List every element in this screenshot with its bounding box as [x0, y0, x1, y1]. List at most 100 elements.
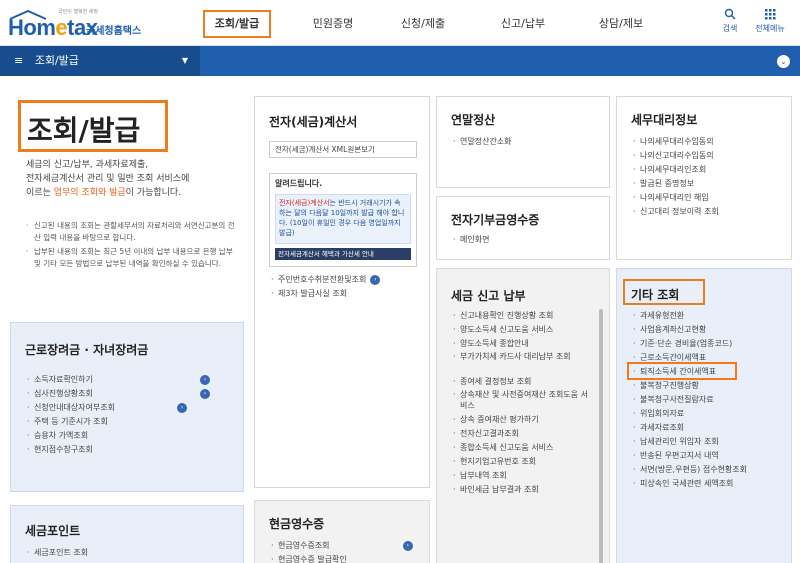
link-item[interactable]: 전자신고결과조회: [453, 427, 593, 441]
card-link-list: 세금포인트 조회: [27, 546, 88, 560]
card-title: 세금포인트: [25, 524, 81, 538]
link-item[interactable]: 현지점수창구조회: [27, 443, 115, 457]
note-item: 납부된 내용의 조회는 최근 5년 이내의 납부 내용으로 은행 납부 및 기타…: [26, 246, 241, 269]
search-button[interactable]: 검색: [712, 8, 748, 34]
link-item[interactable]: 신고내용확인 진행상황 조회: [453, 309, 593, 323]
card-title: 연말정산: [451, 113, 496, 127]
card-cash-receipt: 현금영수증 현금영수증조회› 현금영수증 발급확인: [254, 500, 430, 563]
link-item[interactable]: 주민번호수취분전환및조회›: [271, 273, 381, 287]
card-title: 근로장려금 · 자녀장려금: [25, 343, 149, 357]
logo-slogan: 국민이 행복한 세정: [58, 9, 98, 15]
link-item[interactable]: 제3자 발급사실 조회: [271, 287, 366, 301]
arrow-right-icon: ›: [199, 389, 210, 399]
link-item[interactable]: 과세자료조회: [633, 421, 747, 435]
breadcrumb-label: 조회/발급: [34, 54, 79, 67]
card-link-list: 연말정산간소화: [453, 135, 512, 149]
card-tax-points: 세금포인트 세금포인트 조회: [10, 505, 244, 563]
card-earned-income: 근로장려금 · 자녀장려금 소득자료확인하기› 심사진행상황조회› 신청안내대상…: [10, 322, 244, 492]
link-item[interactable]: 반송된 우편고지서 내역: [633, 449, 747, 463]
link-item[interactable]: 위임회의자료: [633, 407, 747, 421]
note-item: 신고된 내용의 조회는 관할세무서의 자료처리와 서면신고분의 전산 입력 내용…: [26, 220, 241, 243]
link-item[interactable]: 상속 증여재산 평가하기: [453, 413, 593, 427]
chevron-down-icon: ▼: [181, 56, 188, 65]
link-item[interactable]: 나의세무대리인조회: [633, 163, 719, 177]
link-item[interactable]: 바인세금 납부결과 조회: [453, 483, 593, 497]
card-link-list: 메인화면: [453, 233, 489, 247]
sub-navigation-bar: ≡ 조회/발급 ▼ ⌄: [0, 46, 800, 76]
link-item[interactable]: 신청안내대상자여부조회›: [27, 401, 187, 415]
link-item[interactable]: 상속재산 및 사전증여재산 조회도움 서비스: [453, 389, 593, 413]
link-item[interactable]: 소득자료확인하기›: [27, 373, 210, 387]
search-icon: [724, 8, 736, 20]
link-item[interactable]: 현금영수증조회›: [271, 539, 413, 553]
scrollbar[interactable]: [599, 309, 603, 563]
link-item[interactable]: 기준·단순 경비율(업종코드): [633, 337, 747, 351]
link-item[interactable]: 주택 등 기준시가 조회: [27, 415, 115, 429]
link-item[interactable]: 종합소득세 신고도움 서비스: [453, 441, 593, 455]
card-title: 현금영수증: [269, 517, 325, 531]
all-menu-label: 전체메뉴: [755, 24, 785, 33]
link-item[interactable]: 현금영수증 발급확인: [271, 553, 347, 563]
link-item[interactable]: 과세유형전환: [633, 309, 747, 323]
link-item[interactable]: 부가가치세 카드사 대리납부 조회: [453, 351, 593, 375]
nav-report-pay[interactable]: 신고/납부: [490, 10, 556, 38]
xml-original-view-button[interactable]: 전자(세금)계산서 XML원본보기: [269, 141, 417, 158]
penalty-guide-link[interactable]: 전자세금계산서 혜택과 가산세 안내: [275, 248, 411, 260]
card-link-list: 과세유형전환 사업용계좌신고현황 기준·단순 경비율(업종코드) 근로소득간이세…: [633, 309, 747, 491]
link-item[interactable]: 납세관리인 위임자 조회: [633, 435, 747, 449]
collapse-toggle-button[interactable]: ⌄: [777, 55, 790, 68]
nav-apply-submit[interactable]: 신청/제출: [390, 10, 456, 38]
nav-consult-report[interactable]: 상담/제보: [588, 10, 654, 38]
page-title-highlight: 조회/발급: [18, 100, 168, 152]
card-other-inquiry: 기타 조회 과세유형전환 사업용계좌신고현황 기준·단순 경비율(업종코드) 근…: [616, 268, 792, 563]
nav-civil-certificate[interactable]: 민원증명: [300, 10, 366, 38]
link-item[interactable]: 불복청구사전질람자료: [633, 393, 747, 407]
link-item[interactable]: 종여세 결정정보 조회: [453, 375, 593, 389]
link-item[interactable]: 현지기업고유번호 조회: [453, 455, 593, 469]
card-link-list: 현금영수증조회› 현금영수증 발급확인: [271, 539, 413, 563]
breadcrumb-dropdown[interactable]: ≡ 조회/발급 ▼: [0, 46, 200, 76]
notice-body: 전자(세금)계산서는 반드시 거래시기가 속하는 달의 다음달 10일까지 발급…: [275, 194, 411, 244]
card-title: 세금 신고 납부: [451, 289, 526, 303]
link-item[interactable]: 나의세무대리인 해임: [633, 191, 719, 205]
card-link-list: 주민번호수취분전환및조회› 제3자 발급사실 조회: [271, 273, 381, 301]
page-title: 조회/발급: [27, 114, 141, 147]
intro-line: 세금의 신고/납부, 과세자료제출,: [26, 160, 149, 170]
link-item[interactable]: 피상속인 국세관련 세액조회: [633, 477, 747, 491]
link-item[interactable]: 발급된 증명정보: [633, 177, 719, 191]
grid-menu-icon: [765, 9, 776, 20]
all-menu-button[interactable]: 전체메뉴: [752, 8, 788, 34]
arrow-right-icon: ›: [176, 403, 187, 413]
card-tax-agent-info: 세무대리정보 나의세무대리수임동의 나의신고대리수임동의 나의세무대리인조회 발…: [616, 96, 792, 260]
chevron-down-icon: ⌄: [780, 57, 787, 66]
link-item[interactable]: 세금포인트 조회: [27, 546, 88, 560]
link-item[interactable]: 나의신고대리수임동의: [633, 149, 719, 163]
link-item[interactable]: 신고대리 정보이력 조회: [633, 205, 719, 219]
link-item[interactable]: 양도소득세 종합안내: [453, 337, 593, 351]
arrow-right-icon: ›: [402, 541, 413, 551]
link-item[interactable]: 연말정산간소화: [453, 135, 512, 149]
link-item[interactable]: 승용차 가액조회: [27, 429, 115, 443]
notice-title: 알려드립니다.: [275, 179, 323, 188]
hometax-logo[interactable]: 국민이 행복한 세정 Hometax 국세청홈택스: [8, 8, 168, 40]
nav-inquiry-issue[interactable]: 조회/발급: [203, 10, 271, 38]
card-title: 세무대리정보: [631, 113, 698, 127]
link-item[interactable]: 불복청구진행상황: [633, 379, 747, 393]
hamburger-icon: ≡: [14, 54, 24, 67]
card-link-list: 신고내용확인 진행상황 조회 양도소득세 신고도움 서비스 양도소득세 종합안내…: [453, 309, 593, 497]
link-item[interactable]: 사업용계좌신고현황: [633, 323, 747, 337]
arrow-right-icon: ›: [199, 375, 210, 385]
logo-korean: 국세청홈택스: [86, 26, 142, 37]
link-item[interactable]: 납부내역 조회: [453, 469, 593, 483]
invoice-notice-box: 알려드립니다. 전자(세금)계산서는 반드시 거래시기가 속하는 달의 다음달 …: [269, 173, 417, 267]
card-year-end-settlement: 연말정산 연말정산간소화: [436, 96, 610, 188]
card-e-donation-receipt: 전자기부금영수증 메인화면: [436, 196, 610, 260]
link-item[interactable]: 서면(방문,우편등) 접수현황조회: [633, 463, 747, 477]
card-e-invoice: 전자(세금)계산서 전자(세금)계산서 XML원본보기 알려드립니다. 전자(세…: [254, 96, 430, 488]
link-item[interactable]: 심사진행상황조회›: [27, 387, 210, 401]
link-item[interactable]: 양도소득세 신고도움 서비스: [453, 323, 593, 337]
logo-wordmark: Hometax: [8, 15, 98, 40]
card-link-list: 나의세무대리수임동의 나의신고대리수임동의 나의세무대리인조회 발급된 증명정보…: [633, 135, 719, 219]
link-item[interactable]: 나의세무대리수임동의: [633, 135, 719, 149]
link-item[interactable]: 메인화면: [453, 233, 489, 247]
